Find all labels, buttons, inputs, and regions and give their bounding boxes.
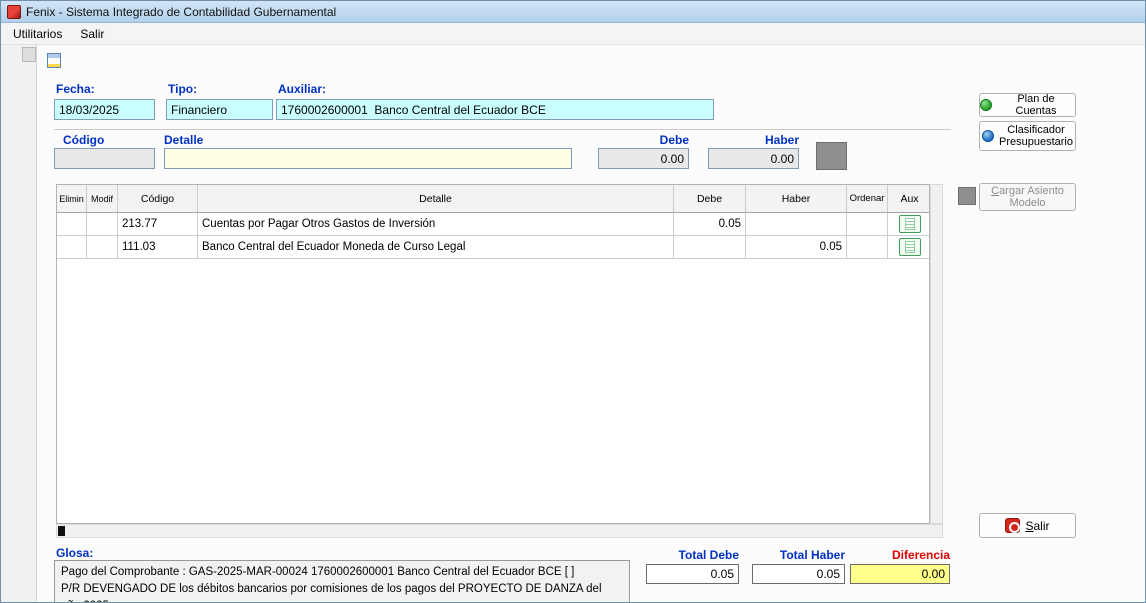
cell-debe: 0.05 xyxy=(674,213,746,235)
table-row[interactable]: 213.77 Cuentas por Pagar Otros Gastos de… xyxy=(57,213,930,236)
separator-line xyxy=(54,129,951,130)
glosa-label: Glosa: xyxy=(56,546,93,560)
horizontal-scroll-thumb[interactable] xyxy=(58,526,65,536)
clasificador-label-line2: Presupuestario xyxy=(999,136,1073,148)
cell-debe xyxy=(674,236,746,258)
aux-detail-button[interactable] xyxy=(899,238,921,256)
total-haber-label: Total Haber xyxy=(752,548,845,562)
plan-de-cuentas-button[interactable]: Plan de Cuentas xyxy=(979,93,1076,117)
form-area: Fecha: Tipo: Auxiliar: Plan de Cuentas C… xyxy=(1,45,1145,602)
tipo-input[interactable] xyxy=(166,99,273,120)
grid-horizontal-scrollbar[interactable] xyxy=(56,524,943,538)
cell-codigo: 213.77 xyxy=(118,213,198,235)
note-icon xyxy=(905,241,915,253)
grid-vertical-scrollbar[interactable] xyxy=(930,184,943,524)
asiento-grid: Elimin Modif Código Detalle Debe Haber O… xyxy=(56,184,930,524)
clasificador-label-line1: Clasificador xyxy=(1007,124,1064,136)
total-debe-field xyxy=(646,564,739,584)
menu-salir[interactable]: Salir xyxy=(71,25,113,43)
plan-de-cuentas-icon xyxy=(980,99,992,111)
col-header-modif[interactable]: Modif xyxy=(87,185,118,212)
menu-utilitarios[interactable]: Utilitarios xyxy=(4,25,71,43)
cell-aux xyxy=(888,236,930,258)
exit-icon xyxy=(1005,518,1020,533)
table-row[interactable]: 111.03 Banco Central del Ecuador Moneda … xyxy=(57,236,930,259)
haber-label: Haber xyxy=(708,133,799,147)
document-icon xyxy=(47,53,61,68)
entry-action-button[interactable] xyxy=(816,142,847,170)
col-header-detalle[interactable]: Detalle xyxy=(198,185,674,212)
codigo-entry-input[interactable] xyxy=(54,148,155,169)
fecha-input[interactable] xyxy=(54,99,155,120)
col-header-aux[interactable]: Aux xyxy=(888,185,930,212)
cell-detalle: Cuentas por Pagar Otros Gastos de Invers… xyxy=(198,213,674,235)
detalle-entry-input[interactable] xyxy=(164,148,572,169)
col-header-codigo[interactable]: Código xyxy=(118,185,198,212)
clasificador-icon xyxy=(982,130,994,142)
app-icon xyxy=(7,5,21,19)
cargar-asiento-label-line2: Modelo xyxy=(1009,197,1045,209)
cell-elimin xyxy=(57,213,87,235)
cell-modif xyxy=(87,213,118,235)
auxiliar-label: Auxiliar: xyxy=(278,82,326,96)
glosa-textbox[interactable]: Pago del Comprobante : GAS-2025-MAR-0002… xyxy=(54,560,630,603)
cargar-asiento-box xyxy=(958,187,976,205)
menu-bar: Utilitarios Salir xyxy=(1,23,1145,45)
codigo-label: Código xyxy=(63,133,104,147)
title-bar: Fenix - Sistema Integrado de Contabilida… xyxy=(1,1,1145,23)
haber-entry-input[interactable] xyxy=(708,148,799,169)
diferencia-label: Diferencia xyxy=(850,548,950,562)
auxiliar-input[interactable] xyxy=(276,99,714,120)
detalle-label: Detalle xyxy=(164,133,203,147)
col-header-haber[interactable]: Haber xyxy=(746,185,847,212)
col-header-debe[interactable]: Debe xyxy=(674,185,746,212)
clasificador-label: Clasificador Presupuestario xyxy=(999,124,1073,148)
app-window: Fenix - Sistema Integrado de Contabilida… xyxy=(0,0,1146,603)
tipo-label: Tipo: xyxy=(168,82,197,96)
total-debe-label: Total Debe xyxy=(646,548,739,562)
cell-aux xyxy=(888,213,930,235)
cell-elimin xyxy=(57,236,87,258)
left-panel xyxy=(1,45,37,602)
window-title: Fenix - Sistema Integrado de Contabilida… xyxy=(26,5,336,19)
scrollbar-thumb[interactable] xyxy=(22,47,36,62)
aux-detail-button[interactable] xyxy=(899,215,921,233)
glosa-line2: P/R DEVENGADO DE los débitos bancarios p… xyxy=(61,581,623,603)
total-haber-field xyxy=(752,564,845,584)
salir-button[interactable]: Salir xyxy=(979,513,1076,538)
cell-haber: 0.05 xyxy=(746,236,847,258)
clasificador-presupuestario-button[interactable]: Clasificador Presupuestario xyxy=(979,121,1076,151)
cargar-asiento-label-line1: Cargar Asiento xyxy=(991,185,1064,197)
col-header-elimin[interactable]: Elimin xyxy=(57,185,87,212)
grid-header-row: Elimin Modif Código Detalle Debe Haber O… xyxy=(57,185,930,213)
cell-haber xyxy=(746,213,847,235)
cell-modif xyxy=(87,236,118,258)
cargar-asiento-modelo-button[interactable]: Cargar Asiento Modelo xyxy=(979,183,1076,211)
diferencia-field xyxy=(850,564,950,584)
col-header-ordenar[interactable]: Ordenar xyxy=(847,185,888,212)
report-toolbar-button[interactable] xyxy=(43,50,65,71)
cargar-asiento-label: Cargar Asiento Modelo xyxy=(991,185,1064,209)
cell-ordenar xyxy=(847,213,888,235)
cell-ordenar xyxy=(847,236,888,258)
debe-entry-input[interactable] xyxy=(598,148,689,169)
note-icon xyxy=(905,218,915,230)
debe-label: Debe xyxy=(598,133,689,147)
fecha-label: Fecha: xyxy=(56,82,95,96)
cell-codigo: 111.03 xyxy=(118,236,198,258)
salir-label: Salir xyxy=(1025,520,1049,532)
glosa-line1: Pago del Comprobante : GAS-2025-MAR-0002… xyxy=(61,564,623,581)
plan-de-cuentas-label: Plan de Cuentas xyxy=(997,93,1075,117)
cell-detalle: Banco Central del Ecuador Moneda de Curs… xyxy=(198,236,674,258)
